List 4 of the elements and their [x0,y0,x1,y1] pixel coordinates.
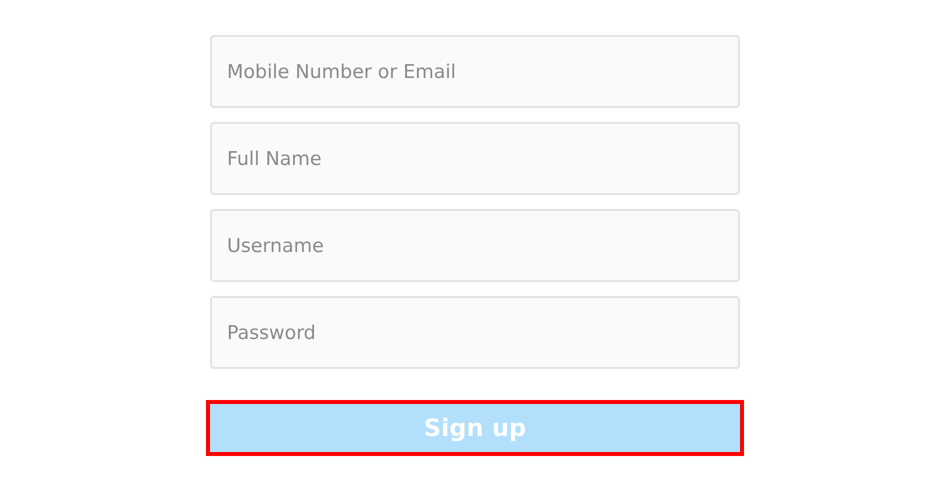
input-field[interactable]: Password [210,296,740,369]
input-field[interactable]: Username [210,209,740,282]
input-field[interactable]: Full Name [210,122,740,195]
input-field[interactable]: Mobile Number or Email [210,35,740,108]
